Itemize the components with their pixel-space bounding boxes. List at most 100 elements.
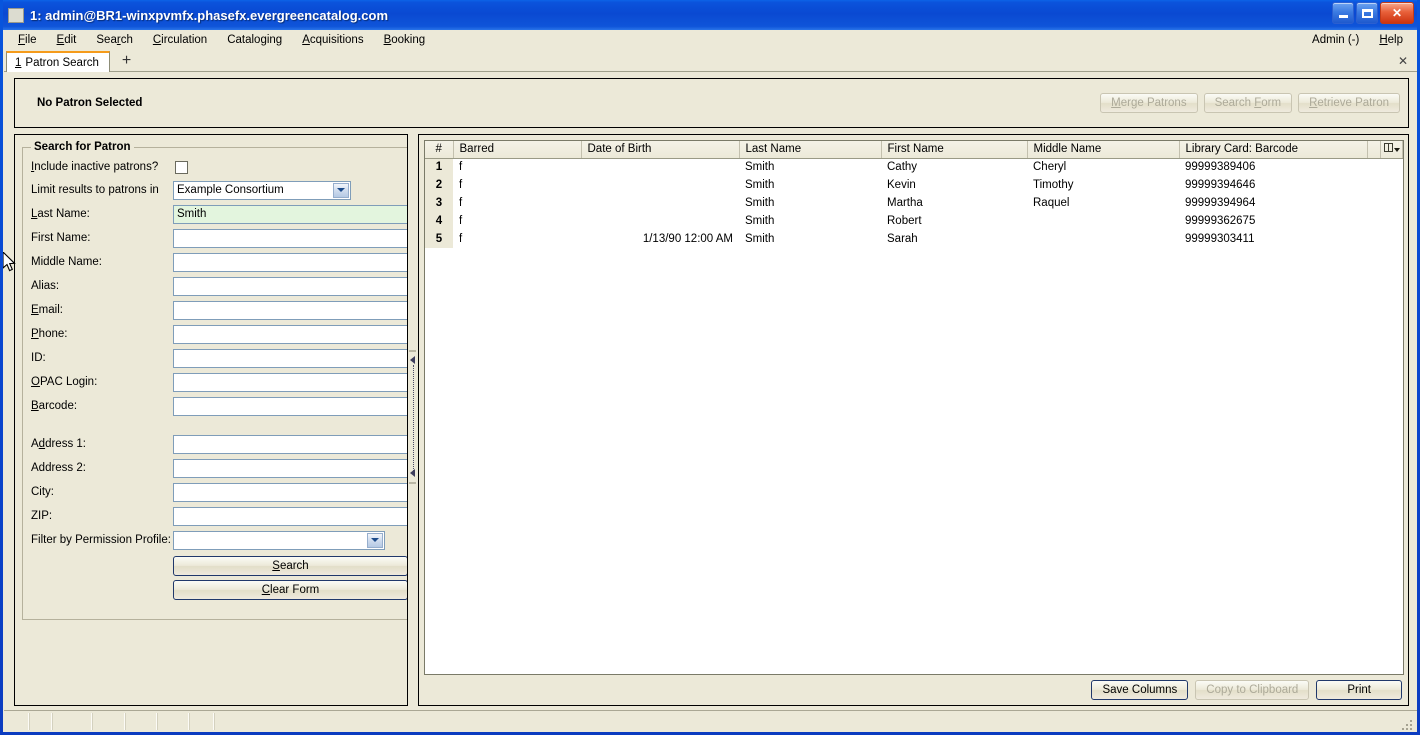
permission-profile-select[interactable]: [173, 530, 385, 550]
cell-last-name: Smith: [745, 179, 775, 191]
menu-file[interactable]: File: [8, 32, 47, 48]
last-name-row: Last Name:: [31, 202, 407, 226]
middle-name-row: Middle Name:: [31, 250, 407, 274]
close-tab-icon[interactable]: ✕: [1398, 54, 1408, 68]
cell-library-card: 99999362675: [1185, 215, 1256, 227]
include-inactive-checkbox[interactable]: [175, 160, 188, 174]
cell-pick: [1381, 194, 1403, 212]
middle-name-input[interactable]: [173, 252, 407, 272]
search-button[interactable]: Search: [173, 556, 407, 576]
grid-icon: [1383, 143, 1393, 153]
status-cell-1: [6, 713, 30, 730]
email-input[interactable]: [173, 300, 407, 320]
id-input[interactable]: [173, 348, 407, 368]
close-button[interactable]: ✕: [1380, 2, 1414, 24]
cell-date-of-birth: [581, 158, 739, 176]
id-label: ID:: [31, 352, 46, 364]
address2-input[interactable]: [173, 458, 407, 478]
retrieve-patron-button[interactable]: Retrieve Patron: [1298, 93, 1400, 113]
column-header-last-name[interactable]: Last Name: [739, 141, 882, 159]
mouse-cursor: [3, 252, 16, 272]
phone-row: Phone:: [31, 322, 407, 346]
table-row[interactable]: 1 f Smith Cathy Cheryl 99999389406: [425, 158, 1403, 176]
cell-middle-name: [1027, 212, 1179, 230]
clear-form-button[interactable]: Clear Form: [173, 580, 407, 600]
column-picker-button[interactable]: [1380, 141, 1403, 159]
column-header-date-of-birth[interactable]: Date of Birth: [581, 141, 740, 159]
menu-booking[interactable]: Booking: [374, 32, 436, 48]
resize-grip-icon[interactable]: [1401, 717, 1415, 731]
chevron-down-icon: [333, 182, 349, 198]
status-cell-7: [190, 713, 215, 730]
merge-patrons-button[interactable]: Merge Patrons: [1100, 93, 1198, 113]
new-tab-button[interactable]: +: [118, 53, 135, 69]
cell-barred: f: [459, 161, 463, 174]
chevron-down-icon: [367, 532, 383, 548]
cell-filler: [1367, 176, 1381, 194]
first-name-row: First Name:: [31, 226, 407, 250]
table-row[interactable]: 2 f Smith Kevin Timothy 99999394646: [425, 176, 1403, 194]
column-header-number[interactable]: #: [425, 141, 454, 159]
barcode-input[interactable]: [173, 396, 407, 416]
table-row[interactable]: 3 f Smith Martha Raquel 99999394964: [425, 194, 1403, 212]
save-columns-button[interactable]: Save Columns: [1091, 680, 1189, 700]
status-cell-main: [215, 713, 1415, 730]
table-row[interactable]: 4 f Smith Robert 99999362675: [425, 212, 1403, 230]
limit-results-select[interactable]: Example Consortium: [173, 180, 351, 200]
column-header-first-name[interactable]: First Name: [881, 141, 1028, 159]
splitter-cap-top: [409, 350, 416, 352]
tab-strip: 1 Patron Search + ✕: [4, 50, 1417, 72]
cell-row-number: 1: [425, 158, 453, 176]
limit-results-value: Example Consortium: [177, 184, 284, 196]
opac-login-input[interactable]: [173, 372, 407, 392]
menu-circulation[interactable]: Circulation: [143, 32, 217, 48]
results-pane: # Barred Date of Birth Last Name First N…: [418, 134, 1409, 706]
pane-splitter[interactable]: [408, 134, 418, 706]
address2-row: Address 2:: [31, 456, 407, 480]
menu-edit[interactable]: Edit: [47, 32, 87, 48]
city-input[interactable]: [173, 482, 407, 502]
last-name-label: Last Name:: [31, 208, 90, 220]
maximize-button[interactable]: [1356, 2, 1378, 24]
splitter-grip: [412, 365, 414, 475]
column-header-barred[interactable]: Barred: [453, 141, 582, 159]
cell-barred: f: [459, 215, 463, 227]
collapse-left-icon[interactable]: [410, 356, 415, 364]
window-title: 1: admin@BR1-winxpvmfx.phasefx.evergreen…: [30, 7, 389, 23]
cell-first-name: Cathy: [887, 161, 918, 174]
menu-help[interactable]: Help: [1369, 32, 1413, 48]
address1-input[interactable]: [173, 434, 407, 454]
table-row[interactable]: 5 f 1/13/90 12:00 AM Smith Sarah 9999930…: [425, 230, 1403, 248]
first-name-input[interactable]: [173, 228, 407, 248]
column-header-library-card-barcode[interactable]: Library Card: Barcode: [1179, 141, 1368, 159]
tab-patron-search[interactable]: 1 Patron Search: [6, 51, 110, 72]
zip-input[interactable]: [173, 506, 407, 526]
menu-admin[interactable]: Admin (-): [1302, 32, 1369, 48]
minimize-button[interactable]: [1332, 2, 1354, 24]
menu-search[interactable]: Search: [86, 32, 142, 48]
collapse-right-icon[interactable]: [410, 469, 415, 477]
cell-library-card: 99999394646: [1185, 179, 1256, 191]
last-name-input[interactable]: [173, 204, 407, 224]
menu-cataloging[interactable]: Cataloging: [217, 32, 292, 48]
cell-filler: [1367, 158, 1381, 176]
copy-to-clipboard-button[interactable]: Copy to Clipboard: [1195, 680, 1310, 700]
permission-profile-row: Filter by Permission Profile:: [31, 528, 407, 552]
phone-input[interactable]: [173, 324, 407, 344]
cell-date-of-birth: [581, 176, 739, 194]
menu-acquisitions[interactable]: Acquisitions: [292, 32, 373, 48]
cell-filler: [1367, 212, 1381, 230]
print-button[interactable]: Print: [1316, 680, 1402, 700]
maximize-icon: [1361, 8, 1373, 18]
limit-results-row: Limit results to patrons in Example Cons…: [31, 178, 407, 202]
chevron-down-icon: [1393, 148, 1400, 153]
search-form-button[interactable]: Search Form: [1203, 93, 1293, 113]
column-header-middle-name[interactable]: Middle Name: [1027, 141, 1180, 159]
status-cell-5: [126, 713, 158, 730]
id-row: ID:: [31, 346, 407, 370]
menu-bar-right: Admin (-) Help: [1302, 32, 1413, 48]
splitter-cap-bottom: [409, 482, 416, 484]
zip-row: ZIP:: [31, 504, 407, 528]
alias-input[interactable]: [173, 276, 407, 296]
status-cell-4: [93, 713, 126, 730]
